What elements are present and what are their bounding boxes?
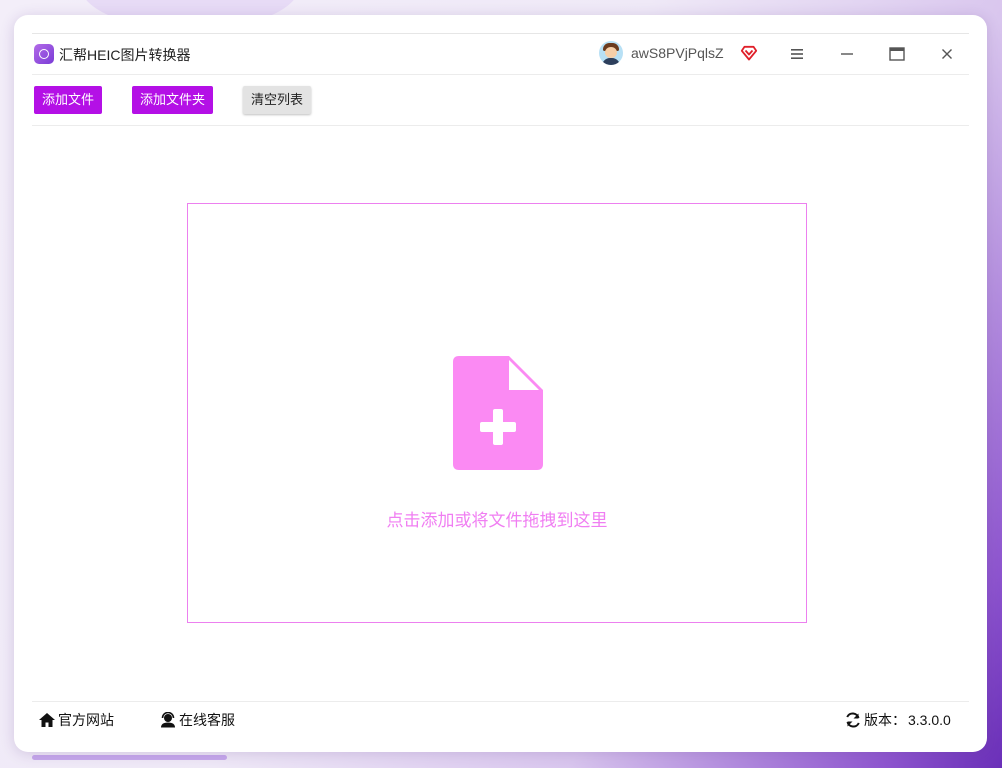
toolbar: 添加文件 添加文件夹 清空列表 <box>32 74 969 126</box>
file-list-area: 点击添加或将文件拖拽到这里 <box>32 126 969 701</box>
online-support-label: 在线客服 <box>179 712 235 728</box>
version-label: 版本： <box>864 712 906 728</box>
home-icon <box>39 713 55 727</box>
minimize-button[interactable] <box>835 42 859 66</box>
hamburger-menu-icon <box>791 49 803 59</box>
close-button[interactable] <box>935 42 959 66</box>
background-bar <box>32 755 227 760</box>
official-website-link[interactable]: 官方网站 <box>38 710 114 730</box>
app-logo-icon <box>34 44 54 64</box>
maximize-icon <box>889 47 905 61</box>
close-icon <box>942 49 952 59</box>
add-folder-button[interactable]: 添加文件夹 <box>132 86 214 114</box>
clear-list-button[interactable]: 清空列表 <box>243 86 312 114</box>
online-support-link[interactable]: 在线客服 <box>159 710 235 730</box>
version-value: 3.3.0.0 <box>908 712 951 728</box>
minimize-icon <box>841 53 853 55</box>
customer-service-icon <box>161 712 175 728</box>
user-avatar[interactable] <box>599 41 623 65</box>
menu-button[interactable] <box>785 42 809 66</box>
drop-zone-hint: 点击添加或将文件拖拽到这里 <box>386 511 608 530</box>
official-website-label: 官方网站 <box>58 712 114 728</box>
refresh-icon[interactable] <box>844 712 862 728</box>
username[interactable]: awS8PVjPqlsZ <box>631 45 724 61</box>
status-bar: 官方网站 在线客服 版本： 3.3.0.0 <box>32 701 969 738</box>
vip-diamond-icon[interactable] <box>740 44 758 62</box>
file-add-icon <box>453 356 543 470</box>
app-window: 汇帮HEIC图片转换器 awS8PVjPqlsZ 添加文件 添加文件夹 清空列表… <box>14 15 987 752</box>
title-bar[interactable]: 汇帮HEIC图片转换器 awS8PVjPqlsZ <box>32 33 969 75</box>
drop-zone[interactable]: 点击添加或将文件拖拽到这里 <box>187 203 807 623</box>
app-title: 汇帮HEIC图片转换器 <box>59 47 191 63</box>
version-info: 版本： 3.3.0.0 <box>844 710 951 730</box>
maximize-button[interactable] <box>885 42 909 66</box>
add-file-button[interactable]: 添加文件 <box>34 86 103 114</box>
